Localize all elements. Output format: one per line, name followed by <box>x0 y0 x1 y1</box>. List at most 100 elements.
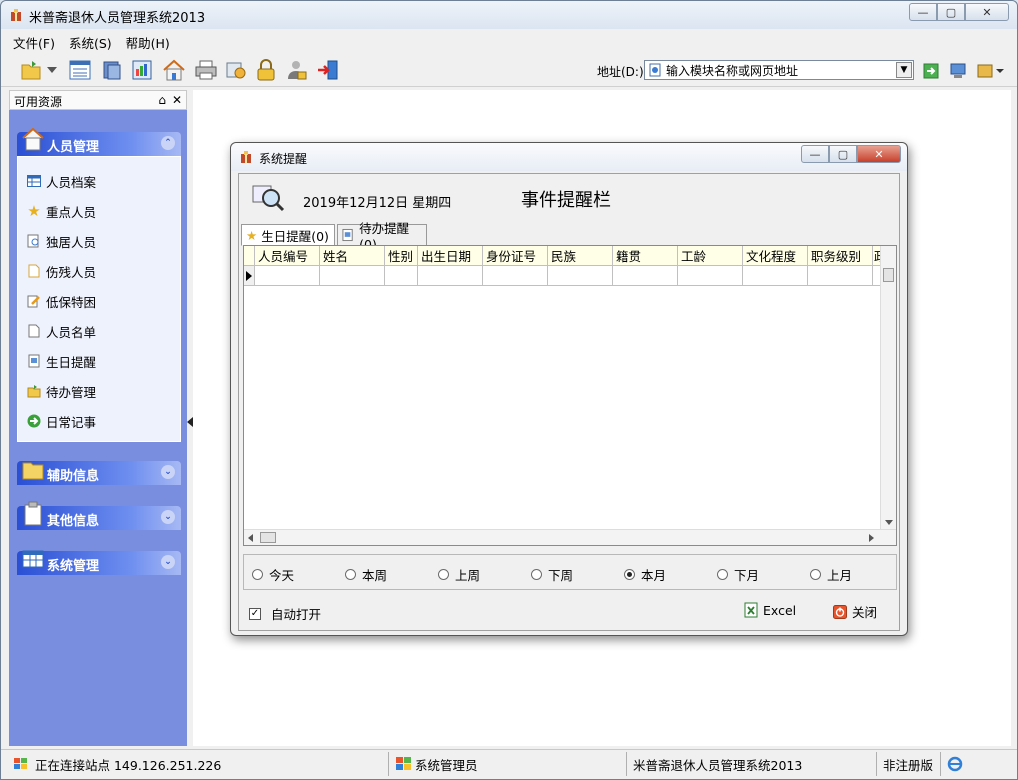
radio-circle[interactable] <box>810 569 821 580</box>
tab-todo-reminder[interactable]: 待办提醒(0) <box>337 221 427 252</box>
address-input[interactable]: 输入模块名称或网页地址 ▼ <box>644 60 914 80</box>
scroll-right-icon[interactable] <box>869 534 874 542</box>
list-view-icon[interactable] <box>67 57 93 83</box>
table-cell[interactable] <box>613 266 678 286</box>
radio-next-month[interactable]: 下月 <box>717 565 759 584</box>
column-header[interactable]: 姓名 <box>320 246 385 266</box>
expand-chevron-icon[interactable]: ⌄ <box>161 465 175 479</box>
menu-system[interactable]: 系统(S) <box>69 33 112 52</box>
radio-next-week[interactable]: 下周 <box>531 565 573 584</box>
radio-circle[interactable] <box>438 569 449 580</box>
column-header[interactable]: 职务级别 <box>808 246 873 266</box>
group-auxiliary-info[interactable]: 辅助信息 ⌄ <box>17 461 181 485</box>
scroll-down-icon[interactable] <box>885 520 893 525</box>
minimize-button[interactable]: — <box>909 3 937 21</box>
table-cell[interactable] <box>548 266 613 286</box>
sidebar-item-birthday-reminder[interactable]: 生日提醒 <box>26 351 96 371</box>
auto-open-checkbox[interactable]: ✓ 自动打开 <box>249 604 321 623</box>
collapse-chevron-icon[interactable]: ⌃ <box>161 136 175 150</box>
address-value: 输入模块名称或网页地址 <box>666 63 799 78</box>
dialog-close-button[interactable]: ✕ <box>857 145 901 163</box>
radio-this-month[interactable]: 本月 <box>624 565 666 584</box>
sidebar-item-daily-notes[interactable]: 日常记事 <box>26 411 96 431</box>
scroll-thumb[interactable] <box>260 532 276 543</box>
column-header[interactable]: 工龄 <box>678 246 743 266</box>
table-cell[interactable] <box>385 266 418 286</box>
table-cell[interactable] <box>483 266 548 286</box>
excel-export-button[interactable]: Excel <box>743 602 796 618</box>
dialog-maximize-button[interactable]: ▢ <box>829 145 857 163</box>
vertical-scrollbar[interactable] <box>880 246 896 529</box>
radio-label: 下周 <box>548 568 574 583</box>
table-cell[interactable] <box>808 266 873 286</box>
horizontal-scrollbar[interactable] <box>244 529 896 545</box>
scroll-thumb[interactable] <box>883 268 894 282</box>
column-header[interactable]: 出生日期 <box>418 246 483 266</box>
checkbox-box[interactable]: ✓ <box>249 607 261 620</box>
radio-circle[interactable] <box>345 569 356 580</box>
radio-this-week[interactable]: 本周 <box>345 565 387 584</box>
column-header[interactable]: 人员编号 <box>255 246 320 266</box>
radio-last-week[interactable]: 上周 <box>438 565 480 584</box>
report-icon[interactable] <box>129 57 155 83</box>
maximize-button[interactable]: ▢ <box>937 3 965 21</box>
radio-circle[interactable] <box>531 569 542 580</box>
sidebar-item-disabled[interactable]: 伤残人员 <box>26 261 96 281</box>
radio-circle[interactable] <box>717 569 728 580</box>
dropdown-arrow-icon[interactable] <box>45 57 59 83</box>
tools-icon[interactable] <box>223 57 249 83</box>
radio-today[interactable]: 今天 <box>252 565 294 584</box>
computer-icon[interactable] <box>947 61 969 81</box>
radio-last-month[interactable]: 上月 <box>810 565 852 584</box>
table-cell[interactable] <box>320 266 385 286</box>
menu-file[interactable]: 文件(F) <box>13 33 55 52</box>
group-other-info[interactable]: 其他信息 ⌄ <box>17 501 181 530</box>
address-dropdown-icon[interactable]: ▼ <box>896 62 912 78</box>
group-system-management[interactable]: 系统管理 ⌄ <box>17 550 181 575</box>
sidebar-item-personnel-list[interactable]: 人员名单 <box>26 321 96 341</box>
sidebar-item-todo[interactable]: 待办管理 <box>26 381 96 401</box>
radio-circle[interactable] <box>252 569 263 580</box>
table-row[interactable] <box>244 266 882 286</box>
expand-chevron-icon[interactable]: ⌄ <box>161 510 175 524</box>
go-arrow-icon[interactable] <box>921 61 941 81</box>
home-icon[interactable]: ⌂ <box>158 93 166 107</box>
options-menu-icon[interactable] <box>975 61 1005 81</box>
star-icon: ★ <box>27 202 41 220</box>
radio-circle[interactable] <box>624 569 635 580</box>
close-icon[interactable]: ✕ <box>172 93 182 107</box>
column-header[interactable]: 籍贯 <box>613 246 678 266</box>
database-icon[interactable] <box>99 57 125 83</box>
sidebar-item-low-income[interactable]: 低保特困 <box>26 291 96 311</box>
column-header[interactable]: 民族 <box>548 246 613 266</box>
open-folder-icon[interactable] <box>19 57 45 83</box>
print-icon[interactable] <box>193 57 219 83</box>
table-cell[interactable] <box>255 266 320 286</box>
close-dialog-button[interactable]: 关闭 <box>833 602 877 621</box>
table-cell[interactable] <box>743 266 808 286</box>
menu-help[interactable]: 帮助(H) <box>126 33 170 52</box>
sidebar-item-personnel-files[interactable]: 人员档案 <box>26 171 96 191</box>
lock-icon[interactable] <box>253 57 279 83</box>
sidebar-item-living-alone[interactable]: 独居人员 <box>26 231 96 251</box>
group-label: 辅助信息 <box>47 469 100 484</box>
home-icon[interactable] <box>161 57 187 83</box>
tab-birthday-reminder[interactable]: ★ 生日提醒(0) <box>241 224 335 246</box>
table-cell[interactable] <box>678 266 743 286</box>
close-window-button[interactable]: ✕ <box>965 3 1009 21</box>
group-personnel-management[interactable]: 人员管理 ⌃ <box>17 127 181 156</box>
sidebar-item-key-personnel[interactable]: ★ 重点人员 <box>26 201 96 221</box>
row-indicator-header <box>244 246 255 266</box>
dialog-minimize-button[interactable]: — <box>801 145 829 163</box>
column-header[interactable]: 身份证号 <box>483 246 548 266</box>
scroll-left-icon[interactable] <box>248 534 253 542</box>
group-label: 其他信息 <box>47 514 100 529</box>
button-label: Excel <box>763 602 797 618</box>
exit-icon[interactable] <box>315 57 341 83</box>
expand-chevron-icon[interactable]: ⌄ <box>161 555 175 569</box>
table-cell[interactable] <box>418 266 483 286</box>
column-header[interactable]: 性别 <box>385 246 418 266</box>
user-lock-icon[interactable] <box>283 57 309 83</box>
column-header[interactable]: 文化程度 <box>743 246 808 266</box>
item-label: 人员档案 <box>46 174 97 190</box>
